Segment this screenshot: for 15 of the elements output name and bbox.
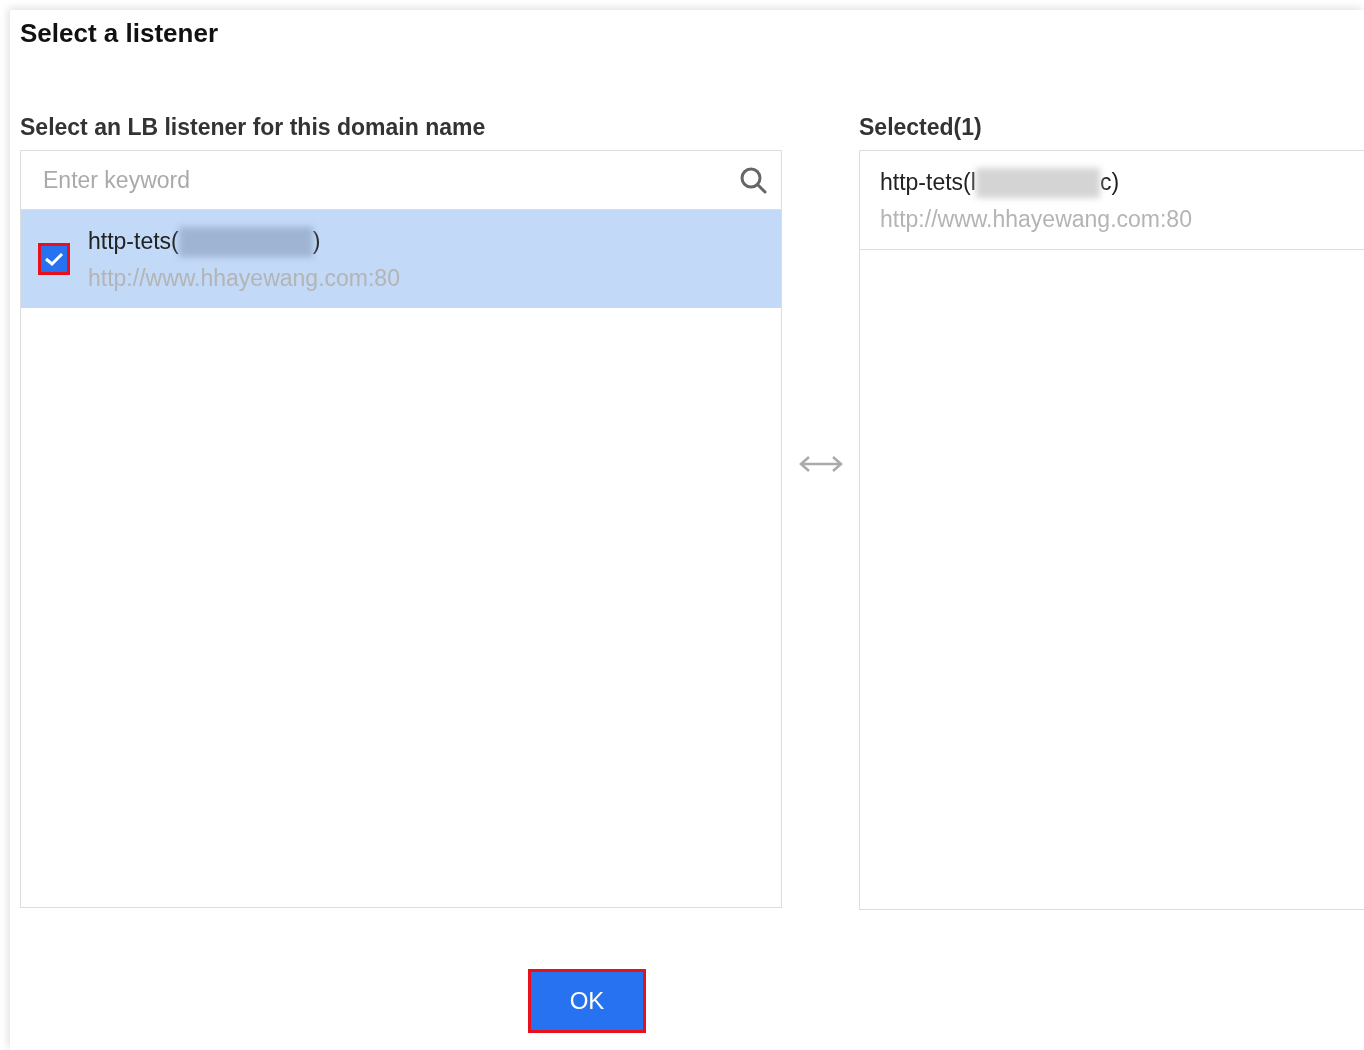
search-icon[interactable] <box>739 166 767 194</box>
listener-name: http-tets( <box>88 228 179 255</box>
listener-name: http-tets(l <box>880 169 976 196</box>
listener-name: ) <box>312 228 321 255</box>
selected-heading: Selected(1) <box>859 114 983 142</box>
checkmark-icon <box>44 251 64 267</box>
listener-url: http://www.hhayewang.com:80 <box>880 205 1192 233</box>
listener-name: c) <box>1099 169 1120 196</box>
listener-item[interactable]: http-tets( ) http://www.hhayewang.com:80 <box>21 210 781 308</box>
ok-button[interactable]: OK <box>528 969 646 1033</box>
checkbox[interactable] <box>38 243 70 275</box>
dialog-title: Select a listener <box>20 18 219 50</box>
listener-url: http://www.hhayewang.com:80 <box>88 264 400 292</box>
transfer-arrows-icon <box>798 454 843 474</box>
list-heading: Select an LB listener for this domain name <box>20 114 487 142</box>
